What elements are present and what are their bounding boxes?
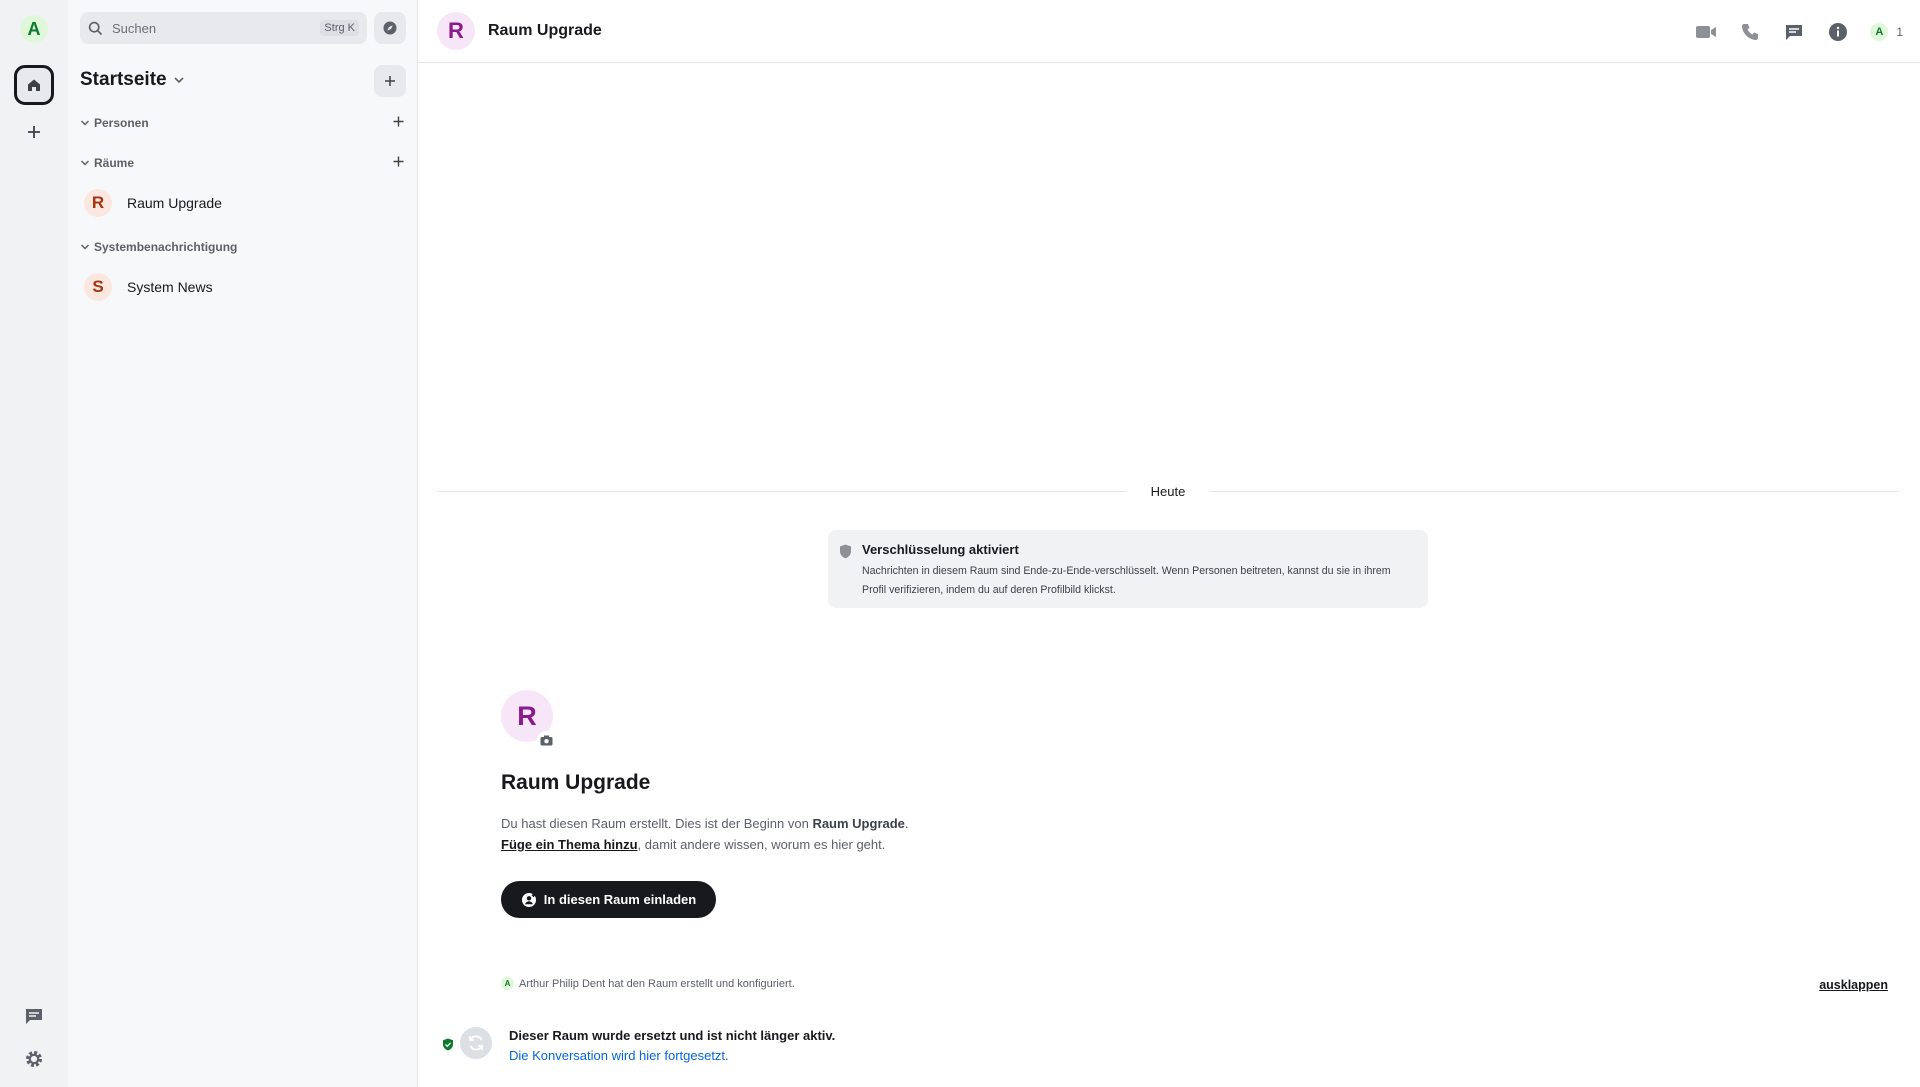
plus-icon [393,156,403,167]
app-root: A Suchen Strg K Startseite Personen Räum… [0,0,1920,1087]
room-upgrade-icon [460,1027,492,1059]
room-header-actions: A 1 [1694,0,1920,63]
new-room-title: Raum Upgrade [501,771,651,794]
divider [1210,490,1900,492]
section-people[interactable]: Personen [80,113,406,133]
add-user-icon [521,892,536,907]
search-input[interactable]: Suchen Strg K [80,12,367,44]
info-icon [1829,22,1848,41]
compass-icon [383,21,397,35]
add-room-section-button[interactable] [390,154,406,172]
search-placeholder: Suchen [112,20,157,36]
section-people-label: Personen [94,116,149,130]
space-bar: A [0,0,68,1087]
member-facepile[interactable]: A 1 [1870,22,1903,41]
plus-icon [28,126,40,138]
new-room-desc-suffix: . [904,816,909,831]
event-summary: A Arthur Philip Dent hat den Raum erstel… [501,977,795,990]
plus-icon [393,116,403,127]
chevron-down-icon [174,77,184,84]
shield-icon [840,544,851,559]
explore-rooms-button[interactable] [374,12,406,44]
room-header-avatar[interactable]: R [437,12,475,50]
threads-button[interactable] [22,1004,46,1028]
encryption-description: Nachrichten in diesem Raum sind Ende-zu-… [862,565,1391,596]
member-count: 1 [1896,24,1903,39]
room-name: System News [127,279,213,295]
encryption-title: Verschlüsselung aktiviert [862,542,1019,557]
search-icon [88,21,103,35]
continue-conversation-link[interactable]: Die Konversation wird hier fortgesetzt. [509,1048,835,1063]
refresh-icon [469,1035,483,1051]
section-system-label: Systembenachrichtigung [94,240,238,254]
section-rooms[interactable]: Räume [80,153,406,173]
expand-link[interactable]: ausklappen [1819,978,1888,992]
home-title: Startseite [80,69,167,90]
new-room-desc-room: Raum Upgrade [812,816,905,831]
room-name: Raum Upgrade [127,195,222,211]
new-room-description: Du hast diesen Raum erstellt. Dies ist d… [501,813,1201,855]
verified-shield-icon [443,1038,453,1051]
add-topic-suffix: , damit andere wissen, worum es hier geh… [637,837,886,852]
video-camera-icon [1696,25,1717,38]
user-avatar[interactable]: A [20,15,48,43]
threads-icon [1786,24,1803,40]
tombstone-text: Dieser Raum wurde ersetzt und ist nicht … [509,1027,835,1063]
summary-text: Arthur Philip Dent hat den Raum erstellt… [519,977,795,990]
member-avatar: A [1870,22,1889,41]
home-icon [28,79,40,91]
section-system[interactable]: Systembenachrichtigung [80,237,406,257]
section-rooms-label: Räume [94,156,135,170]
room-tombstone: Dieser Raum wurde ersetzt und ist nicht … [442,1027,835,1063]
date-separator: Heute [437,481,1900,501]
tombstone-title: Dieser Raum wurde ersetzt und ist nicht … [509,1028,836,1043]
gear-icon [26,1051,42,1067]
room-avatar: R [84,189,112,217]
date-separator-label: Heute [1150,483,1186,499]
chevron-down-icon [80,120,90,126]
video-call-button[interactable] [1694,20,1718,44]
new-room-desc-prefix: Du hast diesen Raum erstellt. Dies ist d… [501,816,813,831]
add-room-button[interactable] [374,65,406,97]
divider [437,490,1126,492]
threads-icon [26,1009,42,1024]
chevron-down-icon [80,244,90,250]
create-space-button[interactable] [24,122,44,142]
summary-avatar: A [501,977,514,990]
room-list-item[interactable]: R Raum Upgrade [80,185,406,221]
invite-button-label: In diesen Raum einladen [543,892,697,907]
room-header: R Raum Upgrade A 1 [418,0,1920,63]
camera-icon [540,735,552,745]
room-list-item[interactable]: S System News [80,269,406,305]
upload-avatar-button[interactable] [537,731,555,749]
voice-call-button[interactable] [1738,20,1762,44]
plus-icon [385,76,395,86]
search-shortcut: Strg K [320,20,359,36]
threads-button[interactable] [1782,20,1806,44]
phone-icon [1742,23,1759,40]
chevron-down-icon [80,160,90,166]
invite-to-room-button[interactable]: In diesen Raum einladen [501,881,716,918]
settings-button[interactable] [22,1047,46,1071]
room-info-button[interactable] [1826,20,1850,44]
room-list-panel: Suchen Strg K Startseite Personen Räume … [68,0,418,1087]
home-header[interactable]: Startseite [80,68,185,92]
main-panel: R Raum Upgrade A 1 Heute Verschlüsselung… [418,0,1920,1087]
add-topic-link[interactable]: Füge ein Thema hinzu [501,837,638,852]
room-header-title[interactable]: Raum Upgrade [488,22,602,40]
add-person-button[interactable] [390,114,406,132]
home-space-button[interactable] [14,65,54,105]
encryption-notice: Verschlüsselung aktiviert Nachrichten in… [828,530,1428,608]
room-avatar: S [84,273,112,301]
